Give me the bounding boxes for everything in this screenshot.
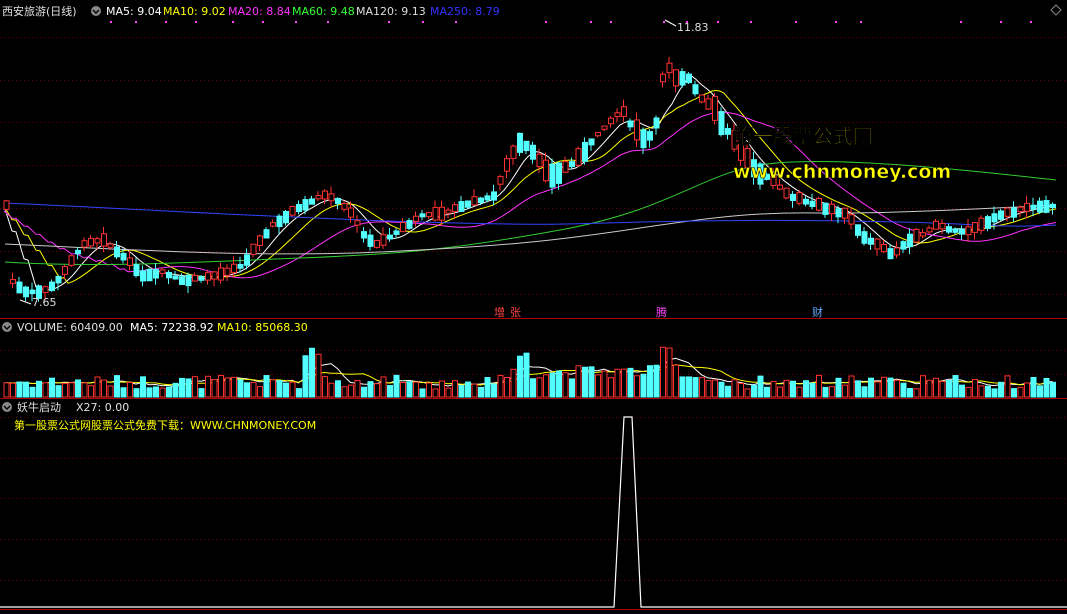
high-price-label: 11.83 [677, 21, 709, 34]
event-marker-zhang: 张 [510, 306, 521, 319]
indicator-note: 第一股票公式网股票公式免费下载：WWW.CHNMONEY.COM [14, 418, 316, 432]
watermark-title: 第一股票公式网 [733, 124, 873, 148]
ma10-value: MA10: 9.02 [163, 5, 226, 18]
indicator-line [0, 416, 1067, 608]
volume-bars [3, 346, 1056, 398]
indicator-header: 妖牛启动 X27: 0.00 第一股票公式网股票公式免费下载：WWW.CHNMO… [2, 400, 316, 432]
ma250-value: MA250: 8.79 [430, 5, 500, 18]
volume-header: VOLUME: 60409.00 MA5: 72238.92 MA10: 850… [2, 321, 308, 334]
event-marker-teng: 腾 [656, 305, 667, 319]
volume-label: VOLUME: 60409.00 [17, 321, 123, 334]
kline-chart[interactable]: 11.83 7.65 增 张 腾 财 西安旅游(日线) MA5: 9.04 MA… [0, 0, 1067, 614]
ma60-value: MA60: 9.48 [292, 5, 355, 18]
volume-ma5: MA5: 72238.92 [130, 321, 214, 334]
indicator-collapse-icon[interactable] [2, 402, 12, 412]
moving-average-lines [3, 75, 1057, 291]
watermark: 第一股票公式网 www.chnmoney.com [733, 124, 952, 184]
indicator-value: X27: 0.00 [76, 401, 129, 414]
ma5-value: MA5: 9.04 [106, 5, 162, 18]
collapse-icon[interactable] [91, 6, 101, 16]
grid-lines [0, 21, 1067, 581]
volume-collapse-icon[interactable] [2, 322, 12, 332]
settings-diamond-icon[interactable] [1050, 4, 1062, 16]
indicator-name: 妖牛启动 [17, 400, 61, 414]
volume-ma10: MA10: 85068.30 [217, 321, 308, 334]
event-marker-zeng: 增 [494, 305, 505, 319]
ma120-value: MA120: 9.13 [356, 5, 426, 18]
low-price-label: 7.65 [32, 296, 57, 309]
stock-title: 西安旅游(日线) [2, 4, 77, 18]
main-header: 西安旅游(日线) MA5: 9.04 MA10: 9.02 MA20: 8.84… [2, 4, 1062, 18]
event-markers: 增 张 腾 财 [494, 305, 823, 319]
high-marker: 11.83 [664, 19, 709, 34]
panel-borders [0, 318, 1067, 610]
ma20-value: MA20: 8.84 [228, 5, 291, 18]
event-marker-cai: 财 [812, 305, 823, 319]
watermark-url: www.chnmoney.com [733, 161, 951, 183]
